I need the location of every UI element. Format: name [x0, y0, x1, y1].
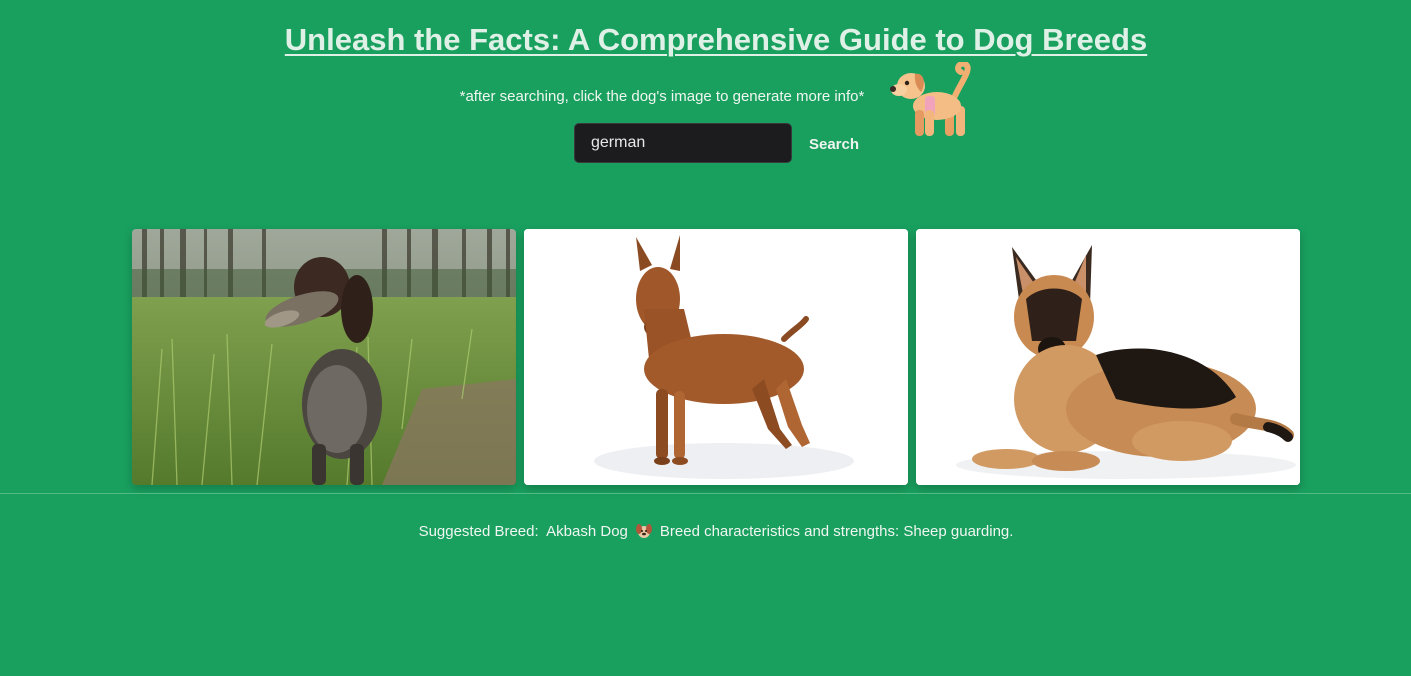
result-card-german-shepherd[interactable] [916, 229, 1300, 485]
dog-photo-german-shepherd[interactable] [916, 229, 1300, 485]
suggestion-line: Suggested Breed: Akbash Dog Breed charact… [0, 523, 1411, 543]
dog-icon [889, 60, 975, 140]
search-hint: *after searching, click the dog's image … [459, 88, 865, 105]
dog-photo-pinscher[interactable] [524, 229, 908, 485]
search-input[interactable] [574, 123, 792, 163]
search-button[interactable]: Search [800, 126, 868, 162]
dog-photo-spaniel[interactable] [132, 229, 516, 485]
section-divider [0, 493, 1411, 494]
breed-details: Breed characteristics and strengths: She… [659, 523, 1014, 540]
result-card-pinscher[interactable] [524, 229, 908, 485]
dog-face-icon [635, 523, 652, 543]
suggested-breed: Akbash Dog [546, 523, 628, 540]
page-title: Unleash the Facts: A Comprehensive Guide… [284, 22, 1148, 57]
result-card-spaniel[interactable] [132, 229, 516, 485]
suggestion-label: Suggested Breed: [418, 523, 539, 540]
